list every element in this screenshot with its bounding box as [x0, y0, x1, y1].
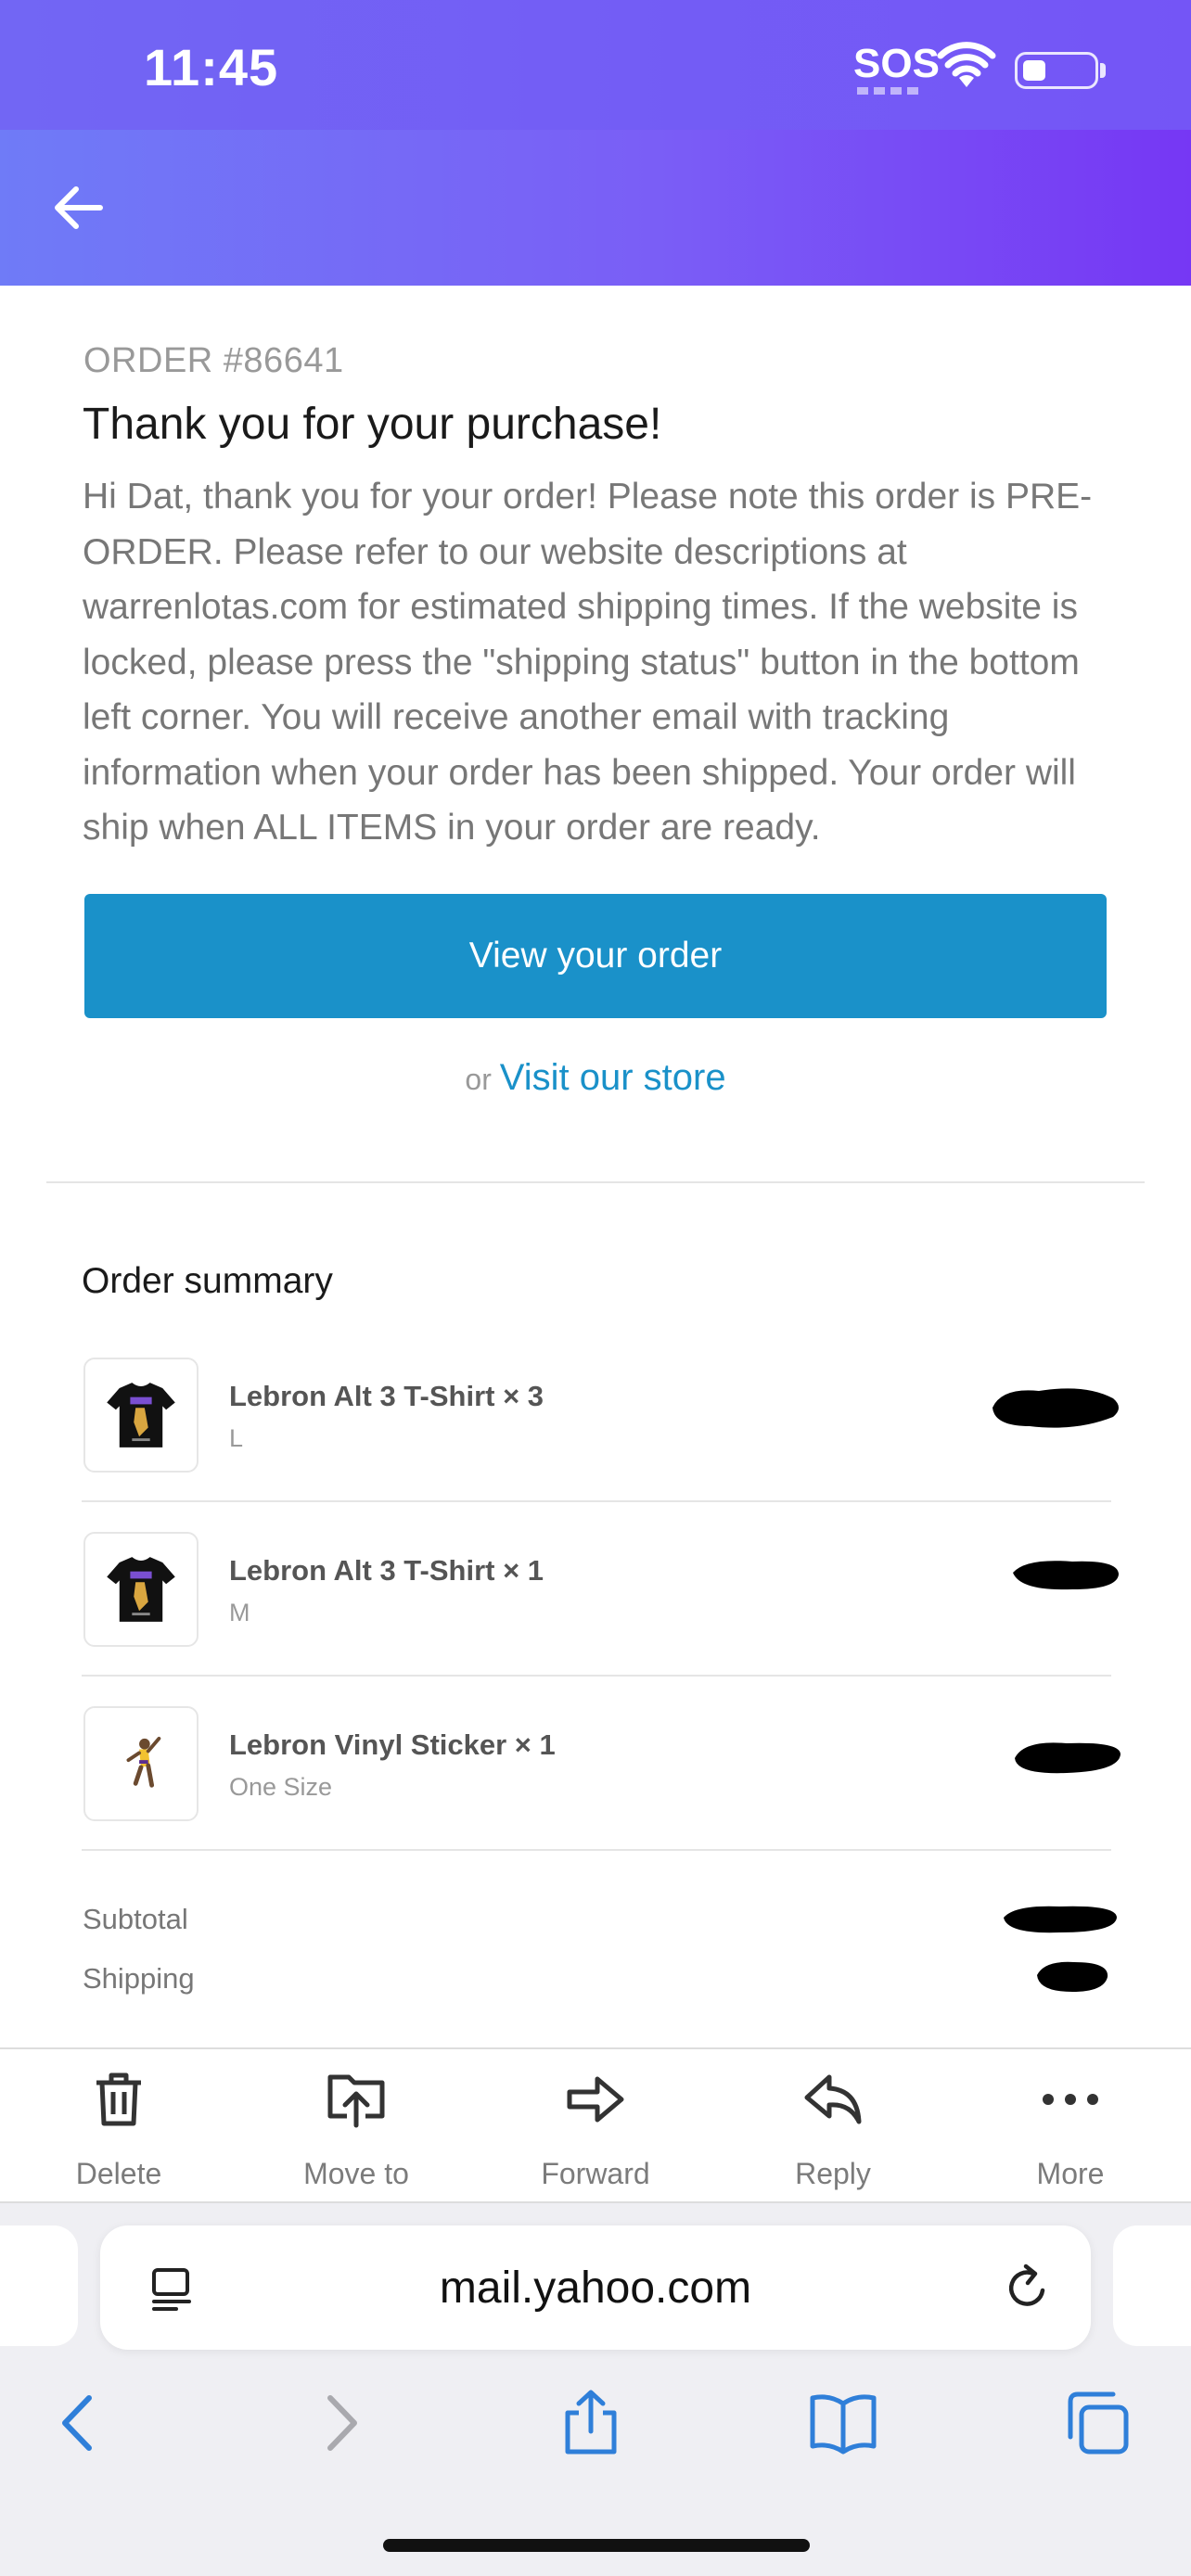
home-indicator[interactable]: [383, 2539, 810, 2552]
redacted-price: [1013, 1561, 1119, 1590]
back-arrow-icon[interactable]: [50, 182, 106, 234]
back-icon[interactable]: [46, 2389, 115, 2457]
trash-icon: [96, 2072, 141, 2126]
forward-arrow-icon: [567, 2076, 624, 2123]
item-variant: L: [229, 1424, 244, 1452]
redacted-price: [992, 1388, 1119, 1428]
lebron-sticker-thumbnail: [83, 1706, 198, 1821]
redacted-shipping: [1037, 1961, 1108, 1992]
item-variant: M: [229, 1599, 250, 1626]
redacted-price: [1015, 1742, 1121, 1774]
reply-arrow-icon: [804, 2074, 862, 2124]
black-tshirt-thumbnail: [83, 1358, 198, 1473]
status-time: 11:45: [144, 38, 279, 96]
section-divider: [46, 1181, 1145, 1183]
move-folder-icon: [327, 2074, 385, 2128]
more-label: More: [1036, 2157, 1105, 2190]
view-order-button[interactable]: View your order: [84, 894, 1107, 1018]
black-tshirt-thumbnail: [83, 1532, 198, 1647]
line-item[interactable]: Lebron Alt 3 T-Shirt × 1 M: [82, 1532, 1119, 1706]
redacted-subtotal: [1004, 1906, 1117, 1933]
tabs-icon[interactable]: [1063, 2389, 1132, 2457]
sos-indicator: SOS: [853, 41, 940, 86]
line-item[interactable]: Lebron Vinyl Sticker × 1 One Size: [82, 1706, 1121, 1881]
forward-icon[interactable]: [304, 2389, 373, 2457]
status-bar: 11:45 SOS: [0, 0, 1191, 130]
visit-store-link[interactable]: Visit our store: [500, 1057, 726, 1098]
delete-button[interactable]: Delete: [0, 2049, 237, 2205]
item-name: Lebron Alt 3 T-Shirt × 3: [229, 1380, 544, 1412]
reply-label: Reply: [795, 2157, 871, 2190]
browser-chrome: mail.yahoo.com: [0, 2203, 1191, 2576]
app-header: [0, 130, 1191, 286]
item-variant: One Size: [229, 1773, 333, 1801]
signal-dots: [857, 87, 922, 95]
reload-icon[interactable]: [1002, 2263, 1054, 2315]
more-dots-icon: [1043, 2094, 1098, 2105]
address-bar[interactable]: mail.yahoo.com: [100, 2225, 1091, 2350]
battery-tip: [1100, 63, 1106, 78]
item-divider: [82, 1849, 1111, 1851]
reply-button[interactable]: Reply: [714, 2049, 952, 2205]
url-text: mail.yahoo.com: [439, 2264, 752, 2313]
item-name: Lebron Vinyl Sticker × 1: [229, 1728, 556, 1761]
previous-tab-preview[interactable]: [0, 2225, 78, 2346]
email-action-toolbar: Delete Move to Forward Reply More: [0, 2047, 1191, 2203]
email-content: ORDER #86641 Thank you for your purchase…: [0, 286, 1191, 2047]
order-summary-title: Order summary: [82, 1261, 333, 1301]
delete-label: Delete: [75, 2157, 162, 2190]
next-tab-preview[interactable]: [1113, 2225, 1191, 2346]
line-item[interactable]: Lebron Alt 3 T-Shirt × 3 L: [82, 1358, 1119, 1532]
order-number: ORDER #86641: [83, 341, 344, 380]
move-to-button[interactable]: Move to: [237, 2049, 475, 2205]
item-divider: [82, 1675, 1111, 1677]
email-heading: Thank you for your purchase!: [83, 400, 662, 449]
move-to-label: Move to: [303, 2157, 409, 2190]
store-line: or Visit our store: [0, 1057, 1191, 1099]
item-divider: [82, 1500, 1111, 1502]
battery-icon: [1015, 52, 1098, 89]
shipping-label: Shipping: [83, 1962, 195, 1995]
share-icon[interactable]: [557, 2389, 625, 2457]
more-button[interactable]: More: [952, 2049, 1189, 2205]
forward-label: Forward: [541, 2157, 650, 2190]
bookmarks-icon[interactable]: [809, 2389, 877, 2457]
subtotal-label: Subtotal: [83, 1903, 188, 1935]
email-body-text: Hi Dat, thank you for your order! Please…: [83, 477, 1093, 848]
or-label: or: [465, 1063, 492, 1096]
item-name: Lebron Alt 3 T-Shirt × 1: [229, 1554, 544, 1587]
forward-button[interactable]: Forward: [477, 2049, 714, 2205]
wifi-icon: [937, 42, 996, 87]
